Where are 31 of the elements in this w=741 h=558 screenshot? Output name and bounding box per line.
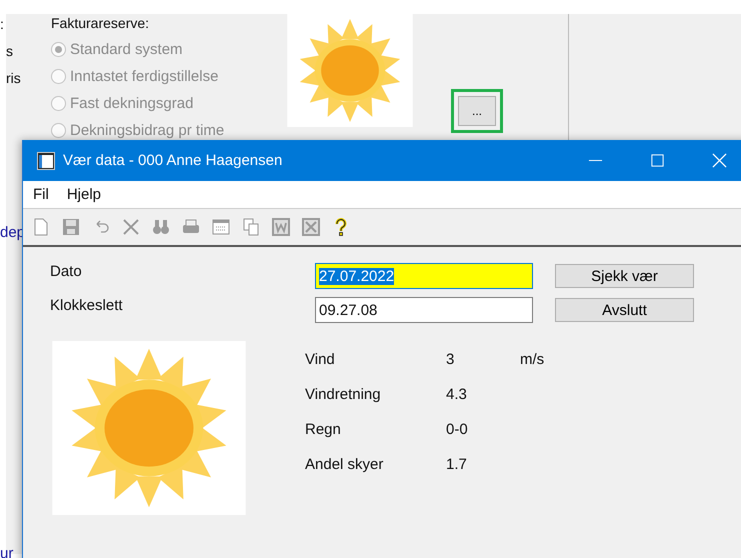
cut-off-label: ris: [5, 70, 22, 87]
input-field[interactable]: 27.07.2022: [315, 263, 533, 289]
window-title: Vær data - 000 Anne Haagensen: [63, 152, 282, 169]
field-label: Dato: [50, 263, 83, 280]
ellipsis-button[interactable]: ...: [458, 96, 496, 126]
close-icon[interactable]: [712, 153, 727, 168]
weather-label: Vind: [305, 351, 336, 369]
group-label: Fakturareserve:: [51, 15, 150, 32]
weather-label: Vindretning: [305, 386, 382, 404]
cut-off-label: s: [5, 43, 14, 60]
radio-label: Standard system: [70, 41, 183, 58]
weather-value: 0-0: [446, 421, 469, 439]
unit-label: m/s: [520, 351, 544, 369]
radio-label: Inntastet ferdigstillelse: [70, 68, 218, 85]
weather-label: Regn: [305, 421, 342, 439]
maximize-icon[interactable]: [650, 153, 665, 168]
window-icon: [37, 152, 55, 170]
weather-value: 1.7: [446, 456, 468, 474]
menu-item[interactable]: Fil: [33, 186, 49, 203]
input-field[interactable]: 09.27.08: [315, 297, 533, 323]
weather-label: Andel skyer: [305, 456, 384, 474]
weather-value: 4.3: [446, 386, 468, 404]
cut-off-label: :: [0, 16, 5, 33]
menu-item[interactable]: Hjelp: [66, 186, 102, 203]
field-label: Klokkeslett: [50, 297, 124, 314]
radio-label: Dekningsbidrag pr time: [70, 122, 224, 139]
action-button[interactable]: Avslutt: [555, 298, 694, 322]
weather-value: 3: [446, 351, 456, 369]
action-button[interactable]: Sjekk vær: [555, 264, 694, 288]
cut-off-link[interactable]: ur: [0, 545, 14, 558]
radio-label: Fast dekningsgrad: [70, 95, 194, 112]
